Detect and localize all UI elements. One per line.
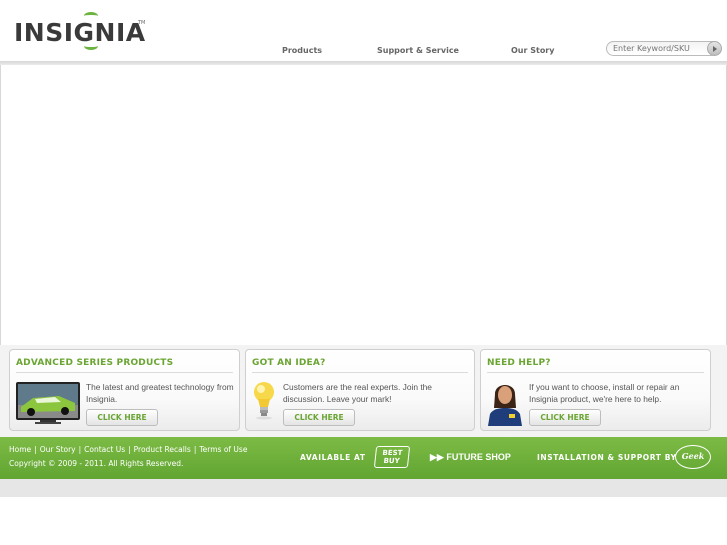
footer-separator: | [128,445,131,454]
search-input[interactable] [613,43,705,54]
future-shop-logo[interactable]: ▶▶ FUTURE SHOP [430,452,511,463]
logo-text: INSIGNIA [14,18,146,47]
future-shop-arrows-icon: ▶▶ [430,452,444,462]
panel-title: ADVANCED SERIES PRODUCTS [16,358,174,368]
logo-arc-icon [84,12,98,20]
panel-divider [16,372,233,373]
panel-need-help: NEED HELP? If you want to choose, instal… [480,349,711,431]
got-an-idea-click-button[interactable]: CLICK HERE [283,409,355,426]
panel-title: GOT AN IDEA? [252,358,326,368]
footer-separator: | [34,445,37,454]
installation-support-label: INSTALLATION & SUPPORT BY [537,453,677,462]
future-shop-label: FUTURE SHOP [446,452,511,462]
footer: Home | Our Story | Contact Us | Product Recall… [0,437,727,479]
footer-links: Home | Our Story | Contact Us | Product Recall… [9,445,247,454]
logo-arc-bottom-icon [84,42,98,50]
panel-description: If you want to choose, install or repair… [529,382,680,404]
panel-divider [252,372,468,373]
footer-link-terms-of-use[interactable]: Terms of Use [199,445,247,454]
support-agent-icon [488,385,522,426]
insignia-logo[interactable]: INSIGNIA TM [14,12,146,50]
feature-panels: ADVANCED SERIES PRODUCTS The latest and … [0,345,727,437]
header: INSIGNIA TM Products Support & Service O… [0,0,727,62]
search-go-button[interactable] [707,41,722,56]
nav-our-story[interactable]: Our Story [511,46,554,55]
tv-race-car-icon [16,382,80,424]
geek-squad-logo[interactable]: Geek [675,445,711,469]
footer-link-our-story[interactable]: Our Story [40,445,76,454]
panel-title: NEED HELP? [487,358,551,368]
available-at-label: AVAILABLE AT [300,453,366,462]
panel-description: Customers are the real experts. Join the… [283,382,432,404]
search-box [606,41,722,56]
footer-link-contact-us[interactable]: Contact Us [84,445,125,454]
panel-advanced-series: ADVANCED SERIES PRODUCTS The latest and … [9,349,240,431]
panel-divider [487,372,704,373]
footer-link-home[interactable]: Home [9,445,31,454]
need-help-click-button[interactable]: CLICK HERE [529,409,601,426]
footer-separator: | [78,445,82,454]
nav-products[interactable]: Products [282,46,322,55]
advanced-series-click-button[interactable]: CLICK HERE [86,409,158,426]
logo-trademark: TM [138,20,146,26]
copyright-text: Copyright © 2009 - 2011. All Rights Rese… [9,459,184,468]
footer-bottom-bar [0,479,727,497]
best-buy-logo[interactable]: BEST BUY [373,446,411,468]
hero-area [0,65,727,350]
panel-got-an-idea: GOT AN IDEA? Customers are the real expe… [245,349,475,431]
light-bulb-icon [254,382,274,420]
panel-description: The latest and greatest technology from … [86,382,234,404]
nav-support-service[interactable]: Support & Service [377,46,459,55]
footer-link-product-recalls[interactable]: Product Recalls [134,445,191,454]
footer-separator: | [193,445,197,454]
